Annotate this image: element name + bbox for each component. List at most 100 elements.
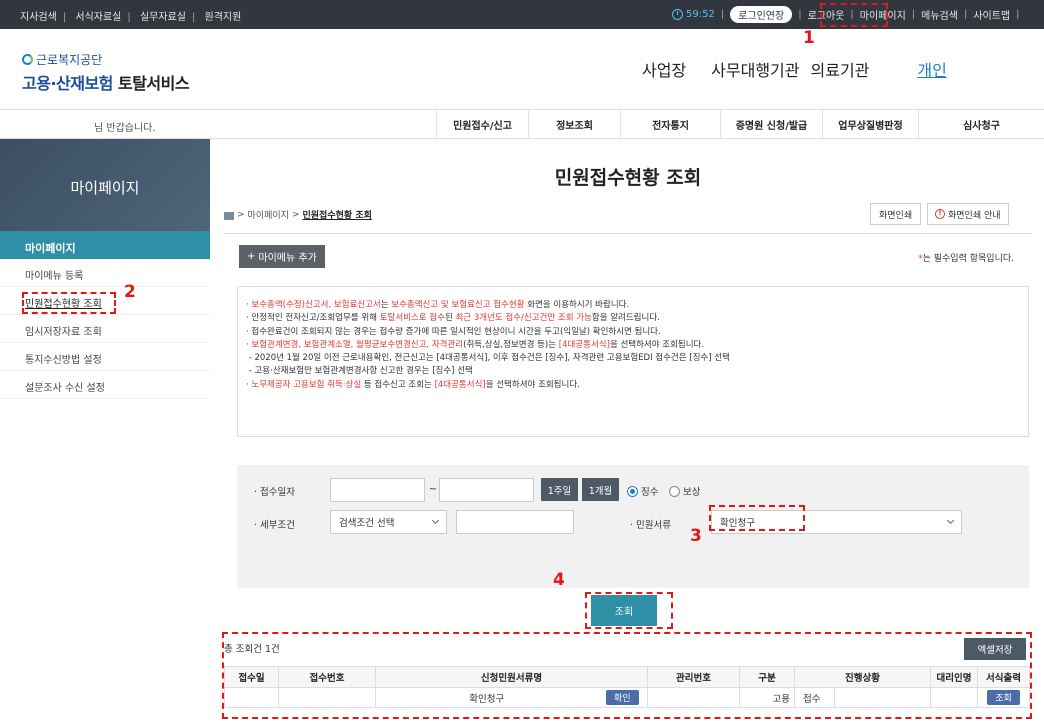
- detail-condition-input[interactable]: [456, 510, 574, 534]
- notice-line: · 안정적인 전자신고/조회업무를 위해 토탈서비스로 접수된 최근 3개년도 …: [246, 313, 660, 324]
- search-button[interactable]: 조회: [591, 595, 657, 626]
- menu-search-link[interactable]: 메뉴검색: [921, 7, 958, 22]
- cell-manage-no: [647, 687, 740, 708]
- notice-line: · 노무제공자 고용보험 취득·상실 등 접수신고 조회는 [4대공통서식]을 …: [246, 379, 580, 390]
- menu-info-inquiry[interactable]: 정보조회: [528, 110, 620, 138]
- col-doc-name: 신청민원서류명: [375, 666, 648, 688]
- radio-compensation[interactable]: 보상: [669, 484, 700, 498]
- menu-civil-filing[interactable]: 민원접수/신고: [436, 110, 528, 138]
- page-title: 민원접수현황 조회: [554, 167, 702, 189]
- utility-links: 지사검색 | 서식자료실 | 실무자료실 | 원격지원: [20, 8, 241, 23]
- annotation-number: 2: [124, 282, 136, 302]
- col-type: 구분: [739, 666, 795, 688]
- detail-condition-select[interactable]: 검색조건 선택: [330, 510, 447, 534]
- col-manage-no: 관리번호: [647, 666, 740, 688]
- home-icon[interactable]: [224, 211, 234, 220]
- cell-doc-name: 확인청구: [375, 687, 598, 708]
- excel-save-button[interactable]: 엑셀저장: [964, 638, 1026, 660]
- user-type-medical[interactable]: 의료기관: [811, 57, 870, 81]
- notice-line: - 2020년 1월 20일 이전 근로내용확인, 전근신고는 [4대공통서식]…: [248, 353, 730, 364]
- cell-date: [224, 687, 279, 708]
- col-agent: 대리인명: [930, 666, 978, 688]
- session-timer: 59:52: [672, 9, 715, 20]
- one-week-button[interactable]: 1주일: [541, 478, 578, 501]
- notice-line: · 보험관계변경, 보험관계소멸, 월평균보수변경신고, 자격관리(취득,상실,…: [246, 339, 705, 350]
- sidebar-section-title[interactable]: 마이페이지: [0, 231, 210, 259]
- table-row: 확인청구 확인 고용 접수 조회: [224, 687, 1030, 708]
- session-links: 59:52 | 로그인연장 | 로그아웃 | 마이페이지 | 메뉴검색 | 사이…: [672, 5, 1026, 24]
- radio-collect[interactable]: 징수: [627, 484, 658, 498]
- sidebar-item-civil-status[interactable]: 민원접수현황 조회: [0, 287, 210, 315]
- radio-checked-icon: [627, 485, 638, 497]
- link-branch-search[interactable]: 지사검색: [20, 8, 57, 23]
- col-date: 접수일: [224, 666, 279, 688]
- logout-link[interactable]: 로그아웃: [808, 7, 845, 22]
- form-print-button[interactable]: 조회: [987, 690, 1020, 705]
- plus-icon: +: [247, 251, 256, 262]
- col-number: 접수번호: [278, 666, 376, 688]
- notice-box: · 보수총액(수정)신고서, 보험료신고서는 보수총액신고 및 보험료신고 접수…: [237, 286, 1029, 437]
- user-type-business[interactable]: 사업장: [642, 57, 686, 81]
- sidebar-item-my-menu[interactable]: 마이메뉴 등록: [0, 259, 210, 287]
- breadcrumb-mypage[interactable]: 마이페이지: [248, 208, 289, 221]
- civil-document-select[interactable]: 확인청구: [711, 510, 962, 534]
- annotation-number: 1: [803, 28, 815, 48]
- search-panel: · 접수일자 ~ 1주일 1개월 징수 보상 · 세부조건 검색조건 선택 · …: [237, 465, 1029, 588]
- extend-login-button[interactable]: 로그인연장: [730, 6, 793, 23]
- cell-status: 접수: [794, 687, 835, 708]
- site-logo[interactable]: 근로복지공단 고용·산재보험 토탈서비스: [22, 51, 190, 94]
- sidebar-item-survey[interactable]: 설문조사 수신 설정: [0, 371, 210, 399]
- col-form-print: 서식출력: [977, 666, 1030, 688]
- link-form-library[interactable]: 서식자료실: [75, 8, 121, 23]
- user-type-agency[interactable]: 사무대행기관: [711, 57, 799, 81]
- notice-line: - 고용·산재보험만 보험관계변경사항 신고한 경우는 [징수] 선택: [248, 366, 473, 377]
- user-type-nav: 사업장 사무대행기관 의료기관 개인: [642, 57, 947, 81]
- site-header: 근로복지공단 고용·산재보험 토탈서비스 사업장 사무대행기관 의료기관 개인: [0, 29, 1044, 109]
- notice-line: · 접수완료건이 조회되지 않는 경우는 접수량 증가에 따른 일시적인 현상이…: [246, 326, 661, 337]
- divider: [224, 233, 1032, 234]
- add-my-menu-button[interactable]: + 마이메뉴 추가: [239, 245, 325, 268]
- date-to-input[interactable]: [439, 478, 534, 502]
- results-table: 접수일 접수번호 신청민원서류명 관리번호 구분 진행상황 대리인명 서식출력 …: [224, 666, 1030, 708]
- one-month-button[interactable]: 1개월: [582, 478, 619, 501]
- cell-number: [278, 687, 376, 708]
- notice-line: · 보수총액(수정)신고서, 보험료신고서는 보수총액신고 및 보험료신고 접수…: [246, 300, 630, 310]
- cell-status-blank: [834, 687, 931, 708]
- required-note: *는 필수입력 항목입니다.: [918, 254, 1014, 264]
- sidebar-item-notice-method[interactable]: 통지수신방법 설정: [0, 343, 210, 371]
- link-remote-support[interactable]: 원격지원: [205, 8, 242, 23]
- cell-print: 조회: [977, 687, 1030, 708]
- mypage-link[interactable]: 마이페이지: [860, 7, 906, 22]
- menu-occupational-disease[interactable]: 업무상질병판정: [822, 110, 918, 138]
- breadcrumb-current: 민원접수현황 조회: [302, 211, 372, 221]
- confirm-button[interactable]: 확인: [605, 690, 639, 705]
- sidebar-heading: 마이페이지: [0, 139, 210, 231]
- date-label: · 접수일자: [254, 487, 296, 498]
- top-utility-bar: 지사검색 | 서식자료실 | 실무자료실 | 원격지원 59:52 | 로그인연장 |…: [0, 0, 1044, 29]
- menu-review-claim[interactable]: 심사청구: [918, 110, 1044, 138]
- print-screen-button[interactable]: 화면인쇄: [870, 203, 922, 225]
- date-from-input[interactable]: [330, 478, 425, 502]
- col-status: 진행상황: [794, 666, 931, 688]
- tilde: ~: [429, 484, 437, 495]
- detail-label: · 세부조건: [254, 520, 296, 531]
- main-menu: 민원접수/신고 정보조회 전자통지 증명원 신청/발급 업무상질병판정 심사청구: [436, 110, 1044, 138]
- table-header-row: 접수일 접수번호 신청민원서류명 관리번호 구분 진행상황 대리인명 서식출력: [224, 666, 1030, 688]
- sitemap-link[interactable]: 사이트맵: [973, 7, 1010, 22]
- user-type-personal[interactable]: 개인: [917, 57, 946, 81]
- greeting-text: 님 반갑습니다.: [94, 123, 156, 134]
- sidebar-item-temp-saved[interactable]: 임시저장자료 조회: [0, 315, 210, 343]
- sidebar: 마이페이지 마이페이지 마이메뉴 등록 민원접수현황 조회 임시저장자료 조회 …: [0, 139, 210, 399]
- alert-icon: !: [935, 209, 945, 219]
- chevron-down-icon: [431, 516, 440, 525]
- menu-certificate[interactable]: 증명원 신청/발급: [720, 110, 822, 138]
- link-practice-library[interactable]: 실무자료실: [140, 8, 186, 23]
- annotation-number: 3: [690, 526, 702, 546]
- main-menu-bar: 님 반갑습니다. 민원접수/신고 정보조회 전자통지 증명원 신청/발급 업무상…: [0, 109, 1044, 139]
- chevron-down-icon: [946, 516, 955, 525]
- radio-unchecked-icon: [669, 485, 680, 497]
- menu-e-notice[interactable]: 전자통지: [620, 110, 720, 138]
- result-count: 총 조회건 1건: [224, 644, 280, 655]
- clock-icon: [672, 9, 683, 20]
- print-guide-button[interactable]: ! 화면인쇄 안내: [927, 203, 1009, 225]
